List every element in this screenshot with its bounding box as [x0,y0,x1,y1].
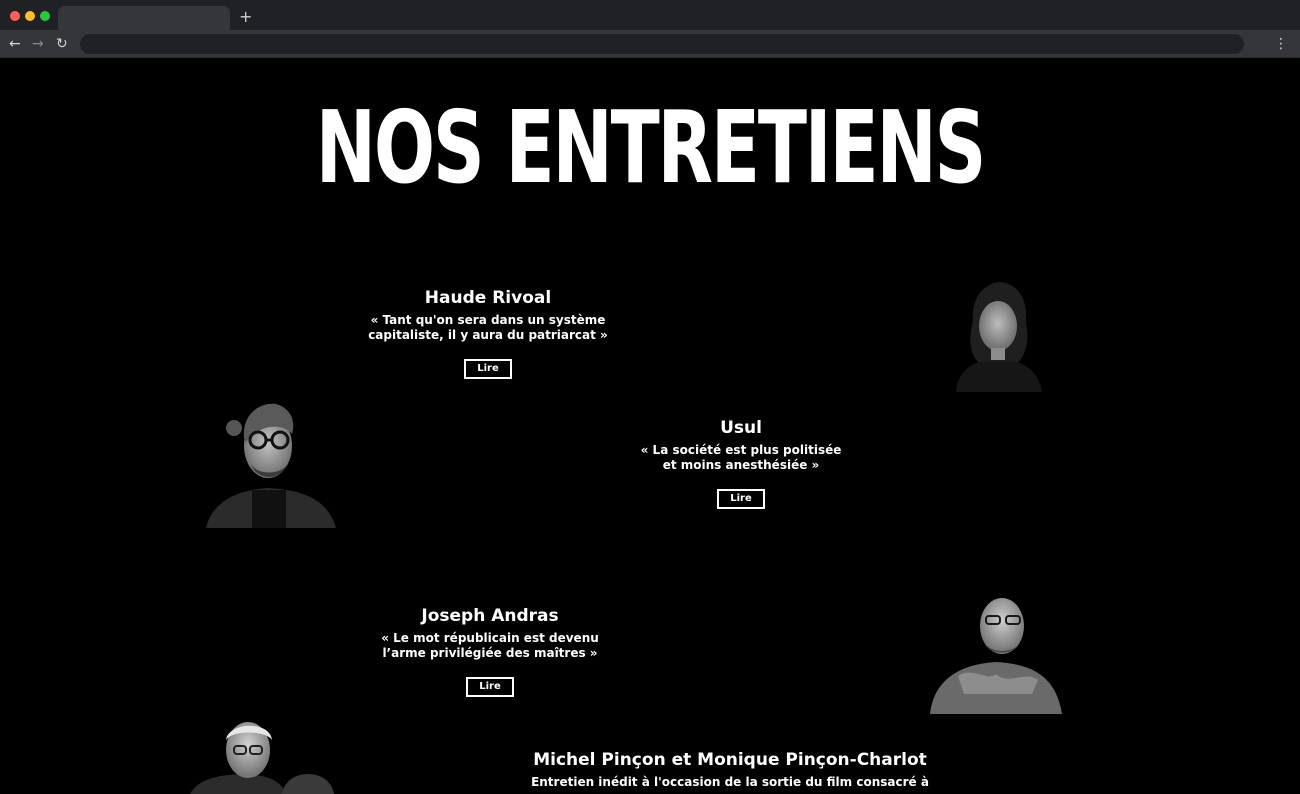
interview-quote: Entretien inédit à l'occasion de la sort… [531,775,929,789]
browser-titlebar: + [0,0,1300,30]
interviewee-name: Michel Pinçon et Monique Pinçon-Charlot [533,750,927,770]
interview-entry: Michel Pinçon et Monique Pinçon-Charlot … [530,749,930,790]
close-window-button[interactable] [10,11,20,21]
interviewee-name: Joseph Andras [421,606,559,626]
read-button[interactable]: Lire [717,489,765,509]
portrait-joseph-andras[interactable] [928,590,1064,714]
reload-icon[interactable]: ↻ [56,35,68,53]
interview-quote: « Le mot républicain est devenu l’arme p… [381,631,599,660]
browser-tab[interactable] [58,6,230,30]
interview-entry: Joseph Andras « Le mot républicain est d… [370,605,610,697]
browser-toolbar: ← → ↻ ⋮ [0,30,1300,58]
forward-arrow-icon[interactable]: → [32,35,44,53]
maximize-window-button[interactable] [40,11,50,21]
page-content: NOS ENTRETIENS Haude Rivoal « Tant qu'on… [0,58,1300,794]
interview-quote: « Tant qu'on sera dans un système capita… [368,313,608,342]
read-button[interactable]: Lire [464,359,512,379]
new-tab-button[interactable]: + [239,7,252,27]
browser-menu-icon[interactable]: ⋮ [1274,34,1288,54]
interview-quote: « La société est plus politisée et moins… [640,443,842,472]
minimize-window-button[interactable] [25,11,35,21]
interviewee-name: Haude Rivoal [424,288,552,308]
interviewee-name: Usul [720,418,762,438]
interview-entry: Haude Rivoal « Tant qu'on sera dans un s… [337,287,639,379]
portrait-usul[interactable] [206,398,338,528]
read-button[interactable]: Lire [466,677,514,697]
portrait-haude-rivoal[interactable] [938,280,1058,392]
back-arrow-icon[interactable]: ← [9,35,21,53]
address-bar[interactable] [80,34,1244,54]
interview-entry: Usul « La société est plus politisée et … [640,417,842,509]
portrait-pincon-charlot[interactable] [186,716,336,794]
page-title: NOS ENTRETIENS [315,89,987,206]
